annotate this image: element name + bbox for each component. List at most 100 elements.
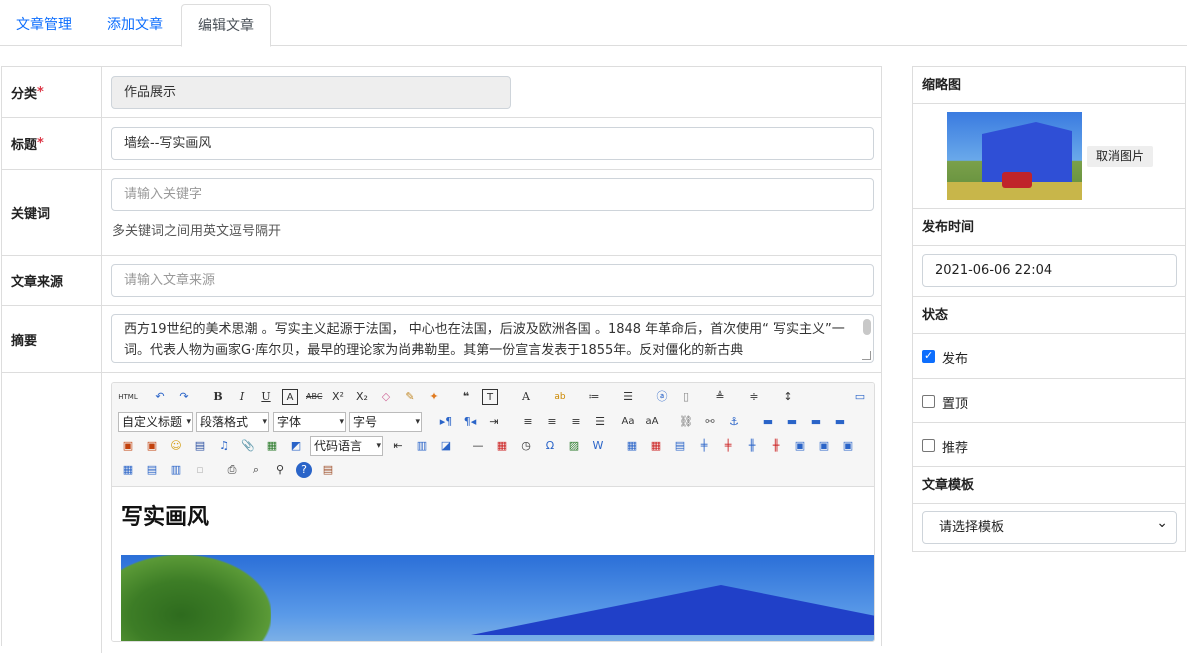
summary-textarea[interactable]: 西方19世纪的美术思潮 。写实主义起源于法国， 中心也在法国，后波及欧洲各国 。…: [111, 314, 874, 363]
scrawl-icon[interactable]: W: [590, 438, 606, 454]
map-icon[interactable]: ▦: [264, 438, 280, 454]
eraser-icon[interactable]: ◇: [378, 389, 394, 405]
simple-upload-icon[interactable]: ▣: [120, 438, 136, 454]
subscript-icon[interactable]: X₂: [354, 389, 370, 405]
attachment-icon[interactable]: 📎: [240, 438, 256, 454]
horizontal-rule-icon[interactable]: —: [470, 438, 486, 454]
font-color-icon[interactable]: A: [518, 389, 534, 405]
time-icon[interactable]: ◷: [518, 438, 534, 454]
chart-icon[interactable]: ▫: [192, 462, 208, 478]
source-input[interactable]: 请输入文章来源: [111, 264, 874, 297]
split-cells-icon[interactable]: ▦: [120, 462, 136, 478]
editor-content[interactable]: 写实画风: [112, 487, 874, 641]
auto-format-icon[interactable]: ✦: [426, 389, 442, 405]
wordimage-icon[interactable]: ▨: [566, 438, 582, 454]
paste-text-icon[interactable]: T: [482, 389, 498, 405]
delete-table-icon[interactable]: ▦: [648, 438, 664, 454]
row-spacing-bottom-icon[interactable]: ≑: [746, 389, 762, 405]
merge-right-icon[interactable]: ▣: [816, 438, 832, 454]
rich-text-editor[interactable]: HTML ↶ ↷ B I U A ABC X² X₂ ◇ ✎ ✦ ❝ T A a…: [111, 382, 875, 642]
preview-icon[interactable]: ⌕: [248, 462, 264, 478]
superscript-icon[interactable]: X²: [330, 389, 346, 405]
align-right-icon[interactable]: ≡: [568, 414, 584, 430]
row-spacing-top-icon[interactable]: ≜: [712, 389, 728, 405]
link-icon[interactable]: ⛓: [678, 414, 694, 430]
font-family-dropdown[interactable]: 字体: [273, 412, 346, 432]
emotion-icon[interactable]: ☺: [168, 438, 184, 454]
publish-checkbox[interactable]: [922, 349, 935, 363]
fullscreen-icon[interactable]: ▭: [852, 389, 868, 405]
underline-icon[interactable]: U: [258, 389, 274, 405]
tab-edit-article[interactable]: 编辑文章: [181, 4, 271, 47]
tab-add-article[interactable]: 添加文章: [91, 4, 179, 46]
insert-frame-icon[interactable]: ◩: [288, 438, 304, 454]
title-input[interactable]: 墙绘--写实画风: [111, 127, 874, 160]
format-painter-icon[interactable]: ✎: [402, 389, 418, 405]
merge-cells-icon[interactable]: ▣: [792, 438, 808, 454]
insert-table-icon[interactable]: ▦: [624, 438, 640, 454]
split-cols-icon[interactable]: ▥: [168, 462, 184, 478]
special-chars-icon[interactable]: Ω: [542, 438, 558, 454]
code-language-dropdown[interactable]: 代码语言: [310, 436, 383, 456]
paragraph-format-dropdown[interactable]: 段落格式: [196, 412, 269, 432]
multi-image-icon[interactable]: ▣: [144, 438, 160, 454]
tab-article-management[interactable]: 文章管理: [0, 4, 88, 46]
border-font-icon[interactable]: A: [282, 389, 298, 405]
uppercase-icon[interactable]: Aa: [620, 414, 636, 430]
search-replace-icon[interactable]: ⚲: [272, 462, 288, 478]
image-center-icon[interactable]: ▬: [832, 414, 848, 430]
template-select[interactable]: 请选择模板: [922, 508, 1177, 544]
video-icon[interactable]: ▤: [192, 438, 208, 454]
page-break-icon[interactable]: ⇤: [390, 438, 406, 454]
blockquote-icon[interactable]: ❝: [458, 389, 474, 405]
help-icon[interactable]: ?: [296, 462, 312, 478]
category-field[interactable]: 作品展示: [111, 76, 511, 109]
select-all-icon[interactable]: ⓐ: [654, 389, 670, 405]
date-icon[interactable]: ▦: [494, 438, 510, 454]
strikethrough-icon[interactable]: ABC: [306, 389, 322, 405]
align-left-icon[interactable]: ≡: [520, 414, 536, 430]
split-rows-icon[interactable]: ▤: [144, 462, 160, 478]
line-height-icon[interactable]: ↕: [780, 389, 796, 405]
image-none-icon[interactable]: ▬: [760, 414, 776, 430]
music-icon[interactable]: ♫: [216, 438, 232, 454]
undo-icon[interactable]: ↶: [152, 389, 168, 405]
lowercase-icon[interactable]: aA: [644, 414, 660, 430]
thumbnail-image[interactable]: [947, 112, 1082, 200]
keywords-input[interactable]: 请输入关键字: [111, 178, 874, 211]
publish-time-input[interactable]: 2021-06-06 22:04: [922, 254, 1177, 287]
image-left-icon[interactable]: ▬: [784, 414, 800, 430]
font-size-dropdown[interactable]: 字号: [349, 412, 422, 432]
highlight-color-icon[interactable]: ab: [552, 389, 568, 405]
indent-icon[interactable]: ⇥: [486, 414, 502, 430]
cancel-image-button[interactable]: 取消图片: [1087, 146, 1153, 167]
recommend-checkbox[interactable]: [922, 439, 935, 452]
background-icon[interactable]: ◪: [438, 438, 454, 454]
delete-col-icon[interactable]: ╫: [768, 438, 784, 454]
insert-paragraph-before-table-icon[interactable]: ▤: [672, 438, 688, 454]
redo-icon[interactable]: ↷: [176, 389, 192, 405]
align-justify-icon[interactable]: ☰: [592, 414, 608, 430]
unordered-list-icon[interactable]: ☰: [620, 389, 636, 405]
ltr-direction-icon[interactable]: ▸¶: [438, 414, 454, 430]
print-icon[interactable]: ⎙: [224, 462, 240, 478]
merge-down-icon[interactable]: ▣: [840, 438, 856, 454]
html-source-icon[interactable]: HTML: [118, 389, 138, 405]
drafts-icon[interactable]: ▤: [320, 462, 336, 478]
ordered-list-icon[interactable]: ≔: [586, 389, 602, 405]
resize-handle[interactable]: [862, 351, 871, 360]
italic-icon[interactable]: I: [234, 389, 250, 405]
insert-col-icon[interactable]: ╫: [744, 438, 760, 454]
clear-document-icon[interactable]: ▯: [678, 389, 694, 405]
unlink-icon[interactable]: ⚯: [702, 414, 718, 430]
template-icon[interactable]: ▥: [414, 438, 430, 454]
insert-row-icon[interactable]: ╪: [696, 438, 712, 454]
delete-row-icon[interactable]: ╪: [720, 438, 736, 454]
custom-heading-dropdown[interactable]: 自定义标题: [118, 412, 193, 432]
textarea-scrollbar[interactable]: [863, 319, 871, 335]
bold-icon[interactable]: B: [210, 389, 226, 405]
align-center-icon[interactable]: ≡: [544, 414, 560, 430]
pin-checkbox[interactable]: [922, 395, 935, 408]
rtl-direction-icon[interactable]: ¶◂: [462, 414, 478, 430]
anchor-icon[interactable]: ⚓: [726, 414, 742, 430]
